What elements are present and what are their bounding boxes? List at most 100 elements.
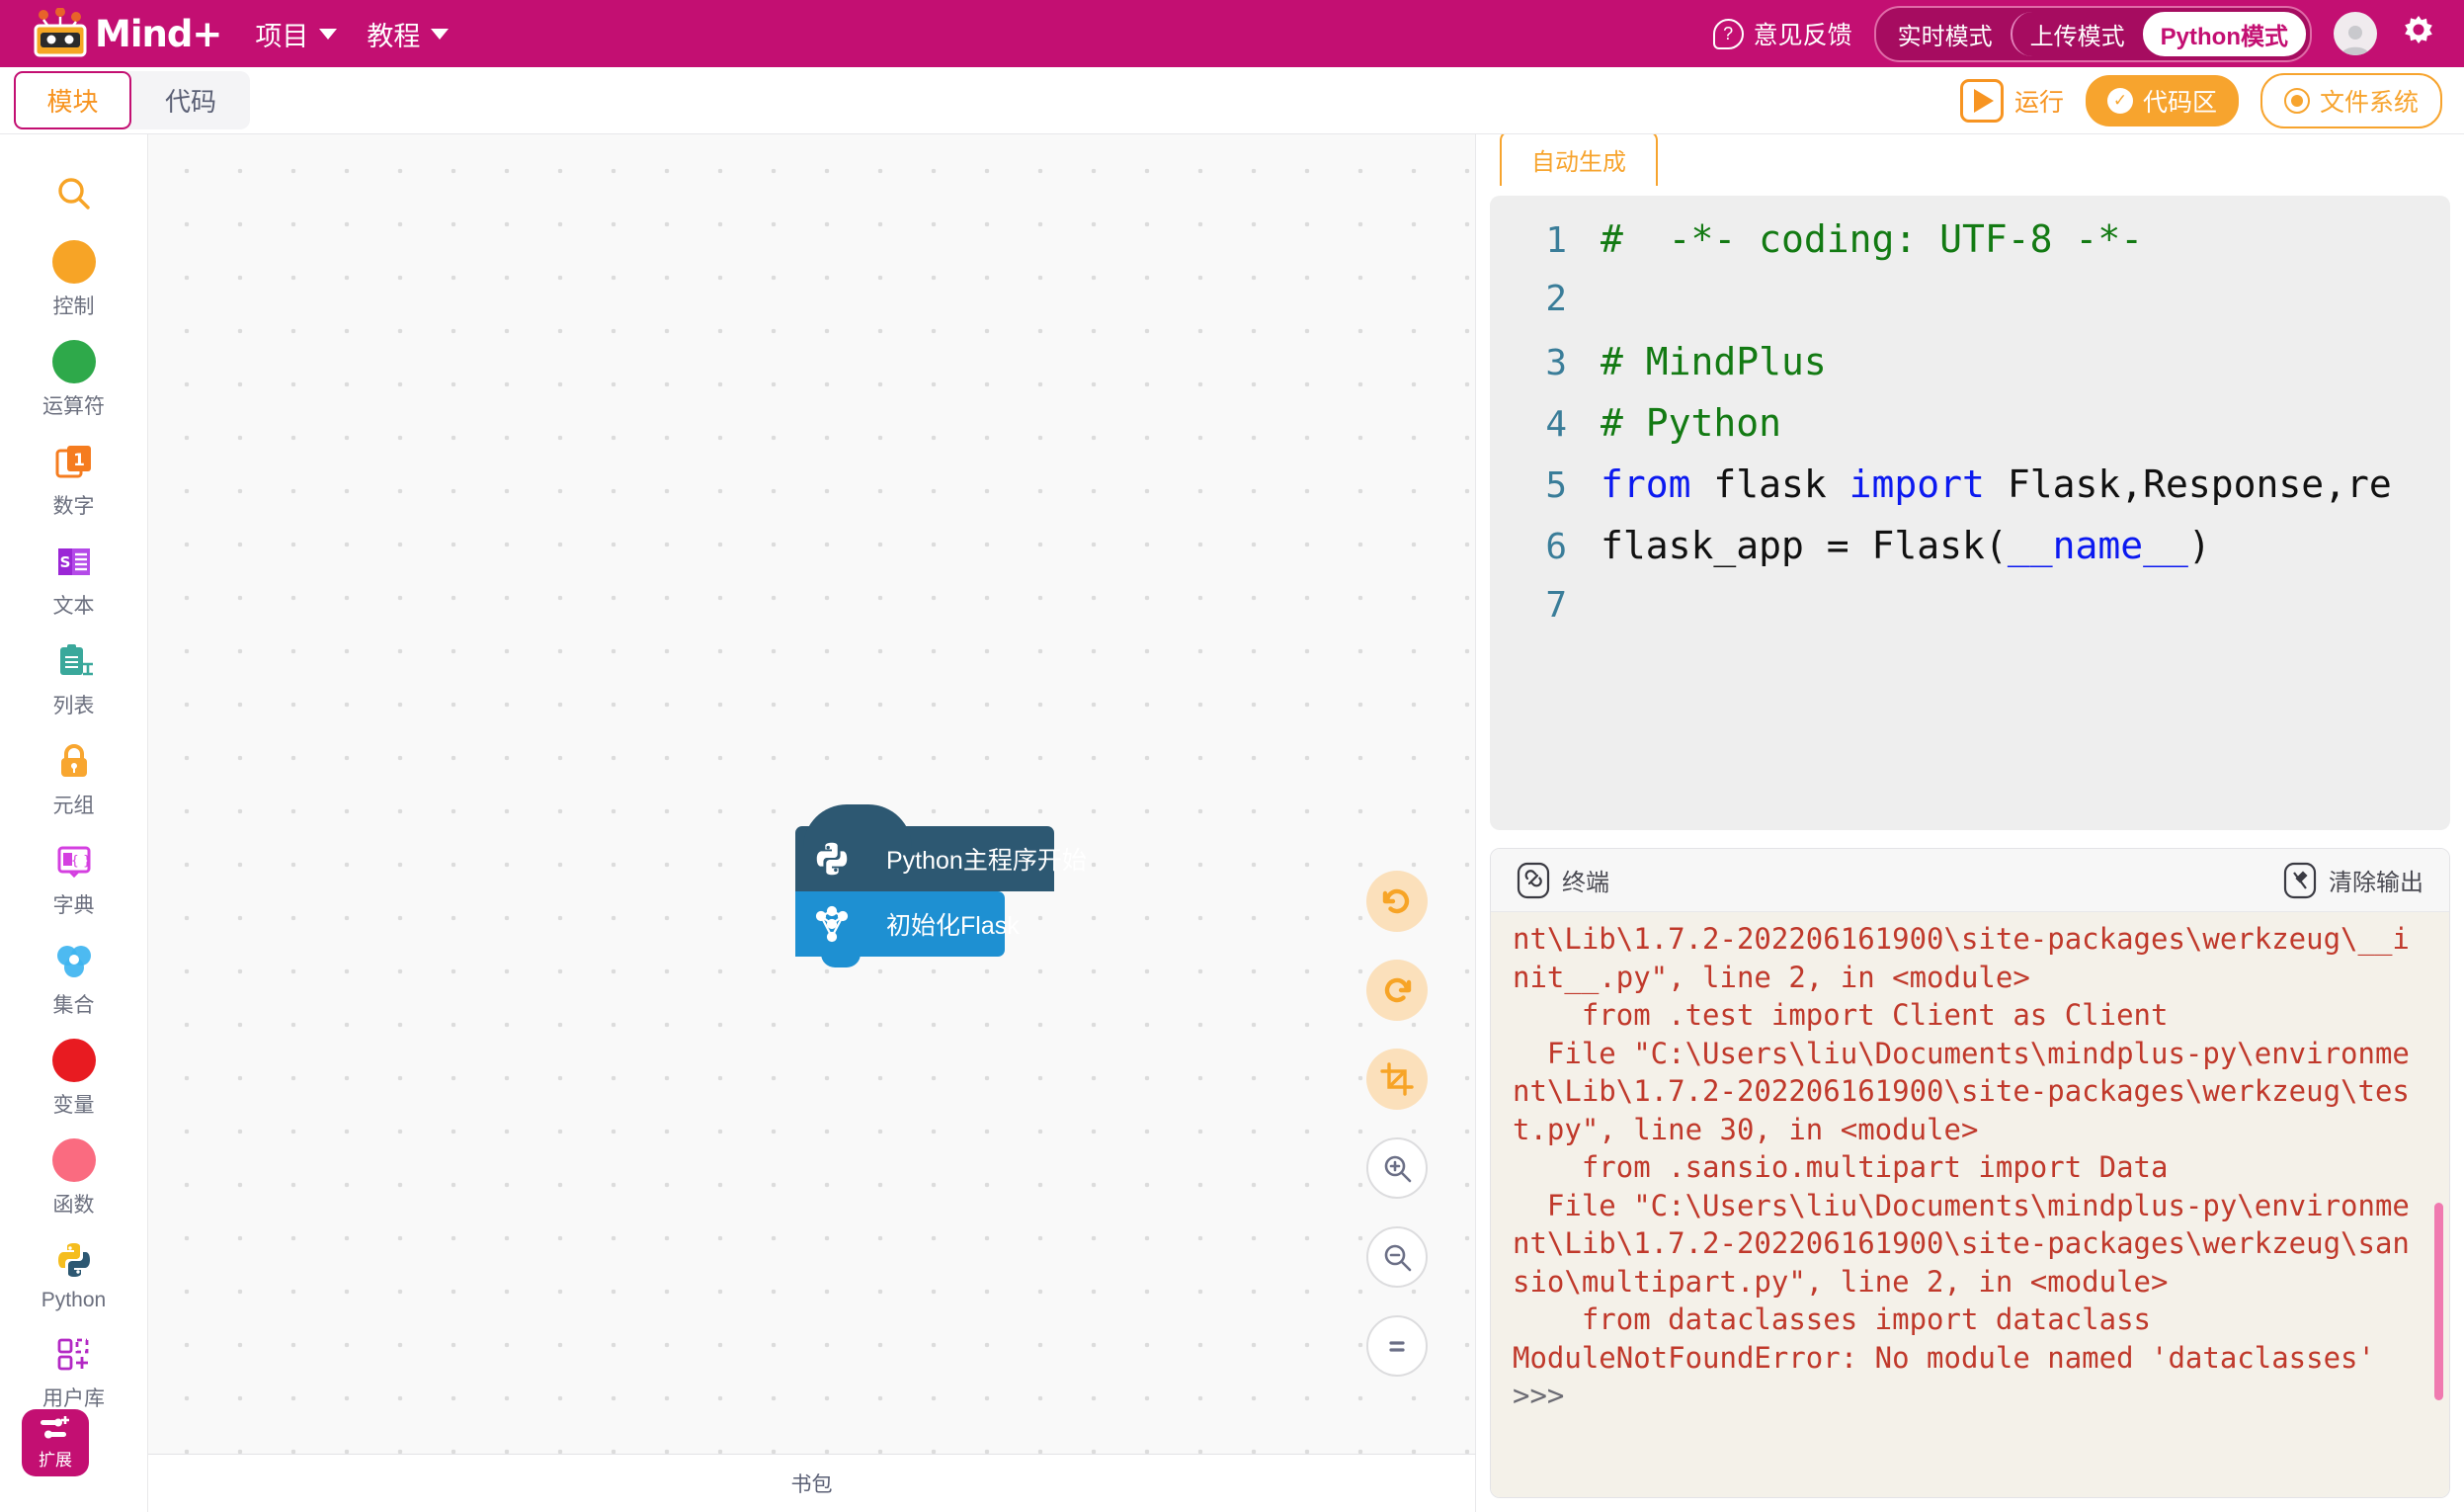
code-tabs: 自动生成 [1490, 130, 2450, 186]
extension-label: 扩展 [39, 1450, 72, 1470]
palette-category-userlib[interactable]: 用户库 [0, 1321, 148, 1421]
venn-set-icon [50, 937, 98, 984]
backpack-bar[interactable]: 书包 [148, 1454, 1476, 1512]
line-number: 7 [1545, 585, 1567, 626]
code-line: 7 [1490, 585, 2450, 646]
code-text: flask_app = Flask( [1601, 524, 2008, 567]
terminal-header: 终端 清除输出 [1491, 849, 2449, 912]
clear-output-label: 清除输出 [2329, 870, 2423, 896]
undo-button[interactable] [1366, 871, 1428, 932]
category-label: 变量 [52, 1094, 95, 1117]
line-number: 3 [1545, 343, 1567, 383]
mode-upload[interactable]: 上传模式 [2010, 11, 2143, 56]
zoom-in-icon [1384, 1155, 1412, 1183]
feedback-button[interactable]: ? 意见反馈 [1712, 16, 1852, 51]
block-python-main-start[interactable]: Python主程序开始 [795, 804, 1087, 902]
palette-category-list[interactable]: 列表 [0, 629, 148, 728]
zoom-in-button[interactable] [1366, 1137, 1428, 1199]
terminal-line: sio\multipart.py", line 2, in <module> [1513, 1264, 2169, 1299]
terminal-line: from dataclasses import dataclass [1513, 1302, 2152, 1336]
palette-category-number[interactable]: 1 数字 [0, 429, 148, 529]
gear-icon [2405, 15, 2432, 43]
terminal-line: from .test import Client as Client [1513, 998, 2169, 1032]
redo-button[interactable] [1366, 960, 1428, 1021]
menu-item-tutorial[interactable]: 教程 [367, 15, 450, 53]
radio-dot-icon [2283, 87, 2310, 114]
block-canvas[interactable]: Python主程序开始 初始化Flask [148, 134, 1476, 1454]
palette-category-text[interactable]: S 文本 [0, 529, 148, 629]
palette-category-function[interactable]: 函数 [0, 1128, 148, 1227]
code-area-toggle[interactable]: ✓ 代码区 [2085, 74, 2239, 126]
user-avatar-icon [2341, 26, 2369, 55]
tab-blocks[interactable]: 模块 [14, 71, 132, 129]
category-label: 文本 [52, 595, 95, 618]
palette-category-set[interactable]: 集合 [0, 928, 148, 1028]
tab-code[interactable]: 代码 [131, 71, 250, 129]
code-text: # MindPlus [1601, 340, 1827, 383]
block-stack: Python主程序开始 初始化Flask [795, 804, 1087, 967]
workspace: Python主程序开始 初始化Flask 书包 [148, 134, 1476, 1512]
top-bar-right: ? 意见反馈 实时模式 上传模式 Python模式 [1712, 5, 2438, 62]
red-circle-icon [50, 1037, 98, 1084]
settings-button[interactable] [2399, 12, 2438, 56]
avatar[interactable] [2334, 12, 2377, 55]
terminal-output[interactable]: nt\Lib\1.7.2-202206161900\site-packages\… [1491, 912, 2449, 1497]
code-line: 2 [1490, 279, 2450, 340]
terminal-line: nt\Lib\1.7.2-202206161900\site-packages\… [1513, 1074, 2410, 1108]
code-keyword: from [1601, 462, 1691, 506]
zoom-out-button[interactable] [1366, 1226, 1428, 1288]
palette-category-dict[interactable]: { } 字典 [0, 828, 148, 928]
tab-auto-generate[interactable]: 自动生成 [1500, 130, 1658, 186]
zoom-reset-button[interactable] [1366, 1315, 1428, 1377]
text-doc-icon: S [50, 538, 98, 585]
palette-search-button[interactable] [0, 158, 148, 229]
code-editor[interactable]: 1 # -*- coding: UTF-8 -*- 2 3 # MindPlus… [1490, 196, 2450, 830]
code-text: # Python [1601, 401, 1782, 445]
palette-category-python[interactable]: Python [0, 1227, 148, 1321]
palette-category-tuple[interactable]: 元组 [0, 728, 148, 828]
brand-logo[interactable]: Mind+ [30, 7, 222, 59]
sub-bar-right: 运行 ✓ 代码区 文件系统 [1959, 72, 2442, 128]
palette-category-variable[interactable]: 变量 [0, 1028, 148, 1128]
check-circle-icon: ✓ [2106, 87, 2133, 114]
backpack-label: 书包 [790, 1473, 833, 1496]
svg-text:S: S [59, 553, 70, 571]
terminal-scrollbar[interactable] [2434, 1203, 2443, 1400]
menu-item-project[interactable]: 项目 [255, 15, 338, 53]
terminal-line: File "C:\Users\liu\Documents\mindplus-py… [1513, 1188, 2410, 1222]
lock-icon [50, 737, 98, 785]
mode-realtime[interactable]: 实时模式 [1880, 12, 2011, 56]
terminal-panel: 终端 清除输出 nt\Lib\1.7.2-202206161900\site-p… [1490, 848, 2450, 1498]
code-line: 5 from flask import Flask,Response,re [1490, 462, 2450, 524]
run-button[interactable]: 运行 [1959, 78, 2064, 123]
run-label: 运行 [2013, 88, 2064, 117]
clear-output-button[interactable]: 清除输出 [2283, 862, 2423, 899]
mindplus-robot-logo [30, 7, 91, 59]
file-system-toggle[interactable]: 文件系统 [2259, 72, 2442, 128]
line-number: 1 [1545, 220, 1567, 261]
user-library-icon [50, 1330, 98, 1378]
category-label: 控制 [52, 295, 95, 318]
terminal-line: ModuleNotFoundError: No module named 'da… [1513, 1340, 2375, 1375]
palette-category-operators[interactable]: 运算符 [0, 329, 148, 429]
sub-bar: 模块 代码 运行 ✓ 代码区 文件系统 [0, 67, 2464, 134]
fit-button[interactable] [1366, 1049, 1428, 1110]
equals-icon [1389, 1341, 1405, 1352]
chevron-down-icon [431, 28, 450, 40]
code-line: 4 # Python [1490, 401, 2450, 462]
crop-fit-icon [1380, 1062, 1414, 1096]
clear-output-icon [2283, 862, 2317, 898]
extension-button[interactable]: 扩展 [22, 1409, 89, 1476]
code-keyword: import [1848, 462, 1985, 506]
canvas-controls [1366, 871, 1428, 1377]
main-menu: 项目 教程 [255, 15, 450, 53]
mode-python[interactable]: Python模式 [2142, 11, 2306, 56]
terminal-title-button[interactable]: 终端 [1517, 862, 1609, 899]
undo-icon [1382, 888, 1410, 914]
block-init-flask[interactable]: 初始化Flask [795, 891, 1020, 967]
redo-icon [1384, 977, 1412, 1003]
svg-text:{ }: { } [70, 854, 91, 869]
green-circle-icon [50, 338, 98, 385]
question-mark-icon: ? [1712, 18, 1744, 49]
palette-category-control[interactable]: 控制 [0, 229, 148, 329]
